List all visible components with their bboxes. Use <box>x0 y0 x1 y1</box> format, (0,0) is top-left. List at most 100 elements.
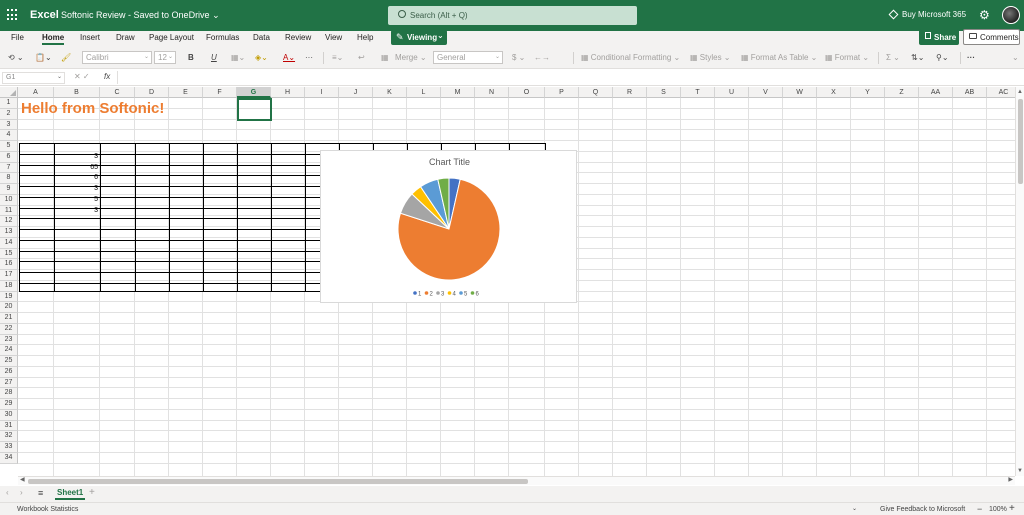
row-header-20[interactable]: 20 <box>0 302 18 313</box>
row-header-25[interactable]: 25 <box>0 356 18 367</box>
workbook-statistics-button[interactable]: Workbook Statistics <box>17 506 78 513</box>
vertical-scrollbar[interactable]: ▲ ▼ <box>1015 87 1024 476</box>
scroll-right-icon[interactable]: ▶ <box>1008 476 1013 483</box>
menu-data[interactable]: Data <box>253 32 270 43</box>
column-header-q[interactable]: Q <box>579 87 613 98</box>
column-header-c[interactable]: C <box>100 87 135 98</box>
gear-icon[interactable]: ⚙ <box>979 8 990 22</box>
column-header-s[interactable]: S <box>647 87 681 98</box>
row-header-6[interactable]: 6 <box>0 151 18 163</box>
row-header-9[interactable]: 9 <box>0 184 18 195</box>
zoom-out-icon[interactable]: − <box>977 504 982 514</box>
horizontal-scrollbar[interactable]: ◀ ▶ <box>18 476 1015 485</box>
decimal-icons[interactable]: ←→ <box>534 50 550 65</box>
row-header-19[interactable]: 19 <box>0 291 18 303</box>
row-header-5[interactable]: 5 <box>0 141 18 152</box>
row-header-23[interactable]: 23 <box>0 334 18 346</box>
app-name[interactable]: Excel <box>30 9 59 21</box>
fill-color-icon[interactable]: ◈⌄ <box>255 50 268 65</box>
menu-formulas[interactable]: Formulas <box>206 32 239 43</box>
column-header-d[interactable]: D <box>135 87 169 98</box>
menu-draw[interactable]: Draw <box>116 32 135 43</box>
function-icon[interactable]: fx <box>104 72 110 81</box>
selected-cell-g1[interactable] <box>237 98 272 121</box>
buy-microsoft-365-link[interactable]: Buy Microsoft 365 <box>888 9 966 20</box>
row-header-11[interactable]: 11 <box>0 205 18 217</box>
row-header-1[interactable]: 1 <box>0 98 18 109</box>
scroll-thumb[interactable] <box>1018 99 1023 184</box>
row-header-26[interactable]: 26 <box>0 366 18 378</box>
currency-format-button[interactable]: $ ⌄ <box>512 50 525 65</box>
menu-home[interactable]: Home <box>42 32 65 45</box>
pie-chart[interactable]: Chart Title 123456 <box>320 150 577 303</box>
cell-b9[interactable]: 3 <box>54 185 100 192</box>
merge-button[interactable]: Merge ⌄ <box>395 50 427 65</box>
row-header-22[interactable]: 22 <box>0 323 18 335</box>
row-header-12[interactable]: 12 <box>0 216 18 227</box>
row-header-29[interactable]: 29 <box>0 399 18 410</box>
column-header-g[interactable]: G <box>237 87 271 98</box>
row-header-13[interactable]: 13 <box>0 227 18 238</box>
column-header-l[interactable]: L <box>407 87 441 98</box>
row-header-33[interactable]: 33 <box>0 442 18 453</box>
zoom-in-icon[interactable]: + <box>1009 503 1015 514</box>
column-header-b[interactable]: B <box>54 87 100 98</box>
font-size-select[interactable]: 12 ⌄ <box>154 51 176 64</box>
chevron-down-icon[interactable]: ⌄ <box>852 505 857 512</box>
format-button[interactable]: ▦ Format ⌄ <box>825 50 869 65</box>
row-header-27[interactable]: 27 <box>0 377 18 389</box>
zoom-level[interactable]: 100% <box>989 506 1007 513</box>
column-header-u[interactable]: U <box>715 87 749 98</box>
column-header-m[interactable]: M <box>441 87 475 98</box>
avatar[interactable] <box>1002 6 1020 24</box>
next-sheet-icon[interactable]: › <box>20 488 23 497</box>
column-header-n[interactable]: N <box>475 87 509 98</box>
styles-button[interactable]: ▦ Styles ⌄ <box>690 50 731 65</box>
scroll-up-icon[interactable]: ▲ <box>1017 89 1023 95</box>
format-painter-icon[interactable]: 🖌 <box>61 50 71 65</box>
column-header-i[interactable]: I <box>305 87 339 98</box>
column-header-a[interactable]: A <box>18 87 54 98</box>
row-header-30[interactable]: 30 <box>0 409 18 421</box>
underline-icon[interactable]: U <box>211 50 217 65</box>
column-header-z[interactable]: Z <box>885 87 919 98</box>
cell-b11[interactable]: 3 <box>54 207 100 214</box>
column-header-r[interactable]: R <box>613 87 647 98</box>
row-header-34[interactable]: 34 <box>0 452 18 464</box>
row-header-7[interactable]: 7 <box>0 162 18 174</box>
menu-insert[interactable]: Insert <box>80 32 100 43</box>
row-header-10[interactable]: 10 <box>0 194 18 206</box>
cell-b10[interactable]: 5 <box>54 196 100 203</box>
sort-filter-icon[interactable]: ⇅⌄ <box>911 50 924 65</box>
menu-help[interactable]: Help <box>357 32 373 43</box>
cancel-confirm-icons[interactable]: ✕ ✓ <box>74 72 90 81</box>
select-all-corner[interactable] <box>0 87 18 98</box>
scroll-down-icon[interactable]: ▼ <box>1017 468 1023 474</box>
cell-b8[interactable]: 6 <box>54 174 100 181</box>
row-header-15[interactable]: 15 <box>0 248 18 260</box>
column-header-p[interactable]: P <box>545 87 579 98</box>
document-title[interactable]: Softonic Review - Saved to OneDrive ⌄ <box>61 10 220 21</box>
search-box[interactable]: Search (Alt + Q) <box>388 6 637 25</box>
add-sheet-button[interactable]: + <box>89 487 95 498</box>
row-header-32[interactable]: 32 <box>0 431 18 442</box>
row-header-24[interactable]: 24 <box>0 345 18 356</box>
menu-review[interactable]: Review <box>285 32 311 43</box>
scroll-left-icon[interactable]: ◀ <box>20 476 25 483</box>
row-header-17[interactable]: 17 <box>0 270 18 281</box>
row-header-21[interactable]: 21 <box>0 313 18 324</box>
number-format-select[interactable]: General ⌄ <box>433 51 503 64</box>
column-header-v[interactable]: V <box>749 87 783 98</box>
comments-button[interactable]: Comments <box>963 29 1020 45</box>
column-header-e[interactable]: E <box>169 87 203 98</box>
spreadsheet-grid[interactable]: A B C D E F G H I J K L M N O P Q R S T U V W X Y Z AA AB AC 1234567… <box>0 87 1015 476</box>
name-box[interactable]: G1 ⌄ <box>2 72 65 84</box>
scroll-thumb[interactable] <box>28 479 528 484</box>
paste-icon[interactable]: 📋⌄ <box>35 50 52 65</box>
cell-b6[interactable]: 3 <box>54 153 100 160</box>
sheet-tab-sheet1[interactable]: Sheet1 <box>55 488 86 500</box>
conditional-formatting-button[interactable]: ▦ Conditional Formatting ⌄ <box>581 50 680 65</box>
menu-file[interactable]: File <box>11 32 24 43</box>
autosum-icon[interactable]: Σ ⌄ <box>886 50 900 65</box>
feedback-link[interactable]: Give Feedback to Microsoft <box>880 506 965 513</box>
